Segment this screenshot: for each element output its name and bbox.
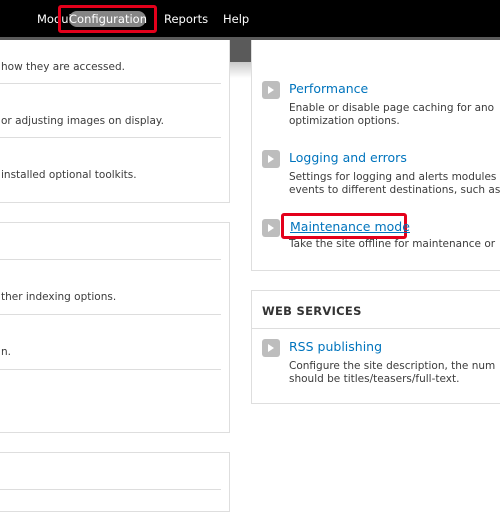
nav-help-link[interactable]: Help: [223, 11, 249, 27]
left-panel-1: how they are accessed. or adjusting imag…: [0, 40, 230, 203]
logging-desc-2: events to different destinations, such a…: [289, 184, 500, 196]
admin-toolbar: Modules Configuration Reports Help: [0, 0, 500, 37]
performance-desc-2: optimization options.: [289, 115, 400, 127]
left-panel-1-line-2: or adjusting images on display.: [1, 115, 164, 127]
left-panel-2-line-1: ther indexing options.: [1, 291, 117, 303]
separator: [0, 259, 221, 260]
maintenance-mode-highlight: Maintenance mode: [281, 213, 410, 239]
nav-configuration-highlight: Configuration: [58, 5, 157, 33]
expand-arrow-icon[interactable]: [262, 81, 280, 99]
rss-desc-2: should be titles/teasers/full-text.: [289, 373, 460, 385]
left-panel-2-line-2: n.: [1, 346, 11, 358]
maintenance-desc-1: Take the site offline for maintenance or: [289, 238, 496, 250]
expand-arrow-icon[interactable]: [262, 150, 280, 168]
separator: [0, 369, 221, 370]
logging-and-errors-link[interactable]: Logging and errors: [289, 150, 407, 166]
separator: [252, 328, 500, 329]
performance-link[interactable]: Performance: [289, 81, 368, 97]
maintenance-mode-link[interactable]: Maintenance mode: [290, 219, 410, 235]
rss-desc-1: Configure the site description, the num: [289, 360, 496, 372]
performance-desc-1: Enable or disable page caching for ano: [289, 102, 495, 114]
left-panel-1-line-3: installed optional toolkits.: [1, 169, 137, 181]
separator: [0, 83, 221, 84]
left-panel-1-line-1: how they are accessed.: [1, 61, 125, 73]
logging-desc-1: Settings for logging and alerts modules: [289, 171, 497, 183]
nav-configuration-link[interactable]: Configuration: [69, 11, 147, 27]
nav-reports-link[interactable]: Reports: [164, 11, 208, 27]
right-panel-web-services: WEB SERVICES RSS publishing Configure th…: [251, 290, 500, 404]
web-services-heading: WEB SERVICES: [262, 304, 362, 318]
left-panel-2: ther indexing options. n.: [0, 222, 230, 433]
expand-arrow-icon[interactable]: [262, 339, 280, 357]
separator: [0, 314, 221, 315]
separator: [0, 137, 221, 138]
separator: [0, 489, 221, 490]
expand-arrow-icon[interactable]: [262, 219, 280, 237]
rss-publishing-link[interactable]: RSS publishing: [289, 339, 382, 355]
left-panel-3: [0, 452, 230, 512]
